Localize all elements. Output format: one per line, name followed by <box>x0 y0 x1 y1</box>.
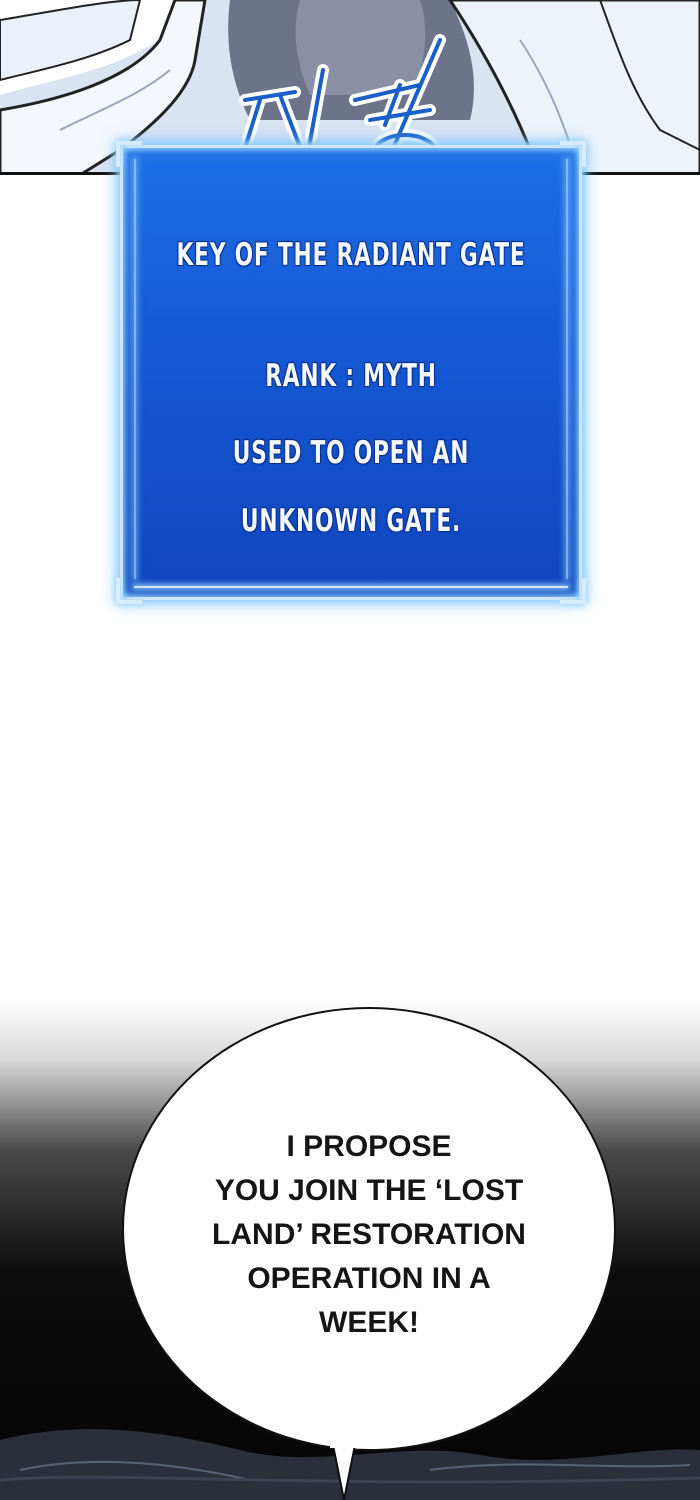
corner-top-right <box>560 141 586 167</box>
speech-line: LAND’ RESTORATION <box>212 1218 526 1251</box>
item-description-line: UNKNOWN GATE. <box>240 503 462 539</box>
frame-left <box>120 145 123 600</box>
speech-line: YOU JOIN THE ‘LOST <box>214 1174 524 1207</box>
speech-line: I PROPOSE <box>286 1130 452 1163</box>
frame-inner-bottom <box>134 586 568 588</box>
speech-bubble-tail <box>330 1440 360 1500</box>
frame-inner-right <box>566 159 568 579</box>
item-rank: RANK : MYTH <box>265 358 437 394</box>
corner-bottom-left <box>116 578 142 604</box>
status-window: KEY OF THE RADIANT GATE RANK : MYTH USED… <box>116 141 586 604</box>
speech-bubble: I PROPOSE YOU JOIN THE ‘LOST LAND’ RESTO… <box>122 1007 616 1451</box>
speech-line: OPERATION IN A <box>247 1262 491 1295</box>
frame-inner-left <box>134 159 136 579</box>
frame-right <box>579 145 582 600</box>
speech-line: WEEK! <box>319 1306 419 1339</box>
frame-top <box>120 145 582 148</box>
corner-bottom-right <box>560 578 586 604</box>
frame-bottom <box>120 597 582 600</box>
corner-top-left <box>116 141 142 167</box>
item-name: KEY OF THE RADIANT GATE <box>176 237 526 273</box>
item-description-line: USED TO OPEN AN <box>232 435 470 471</box>
